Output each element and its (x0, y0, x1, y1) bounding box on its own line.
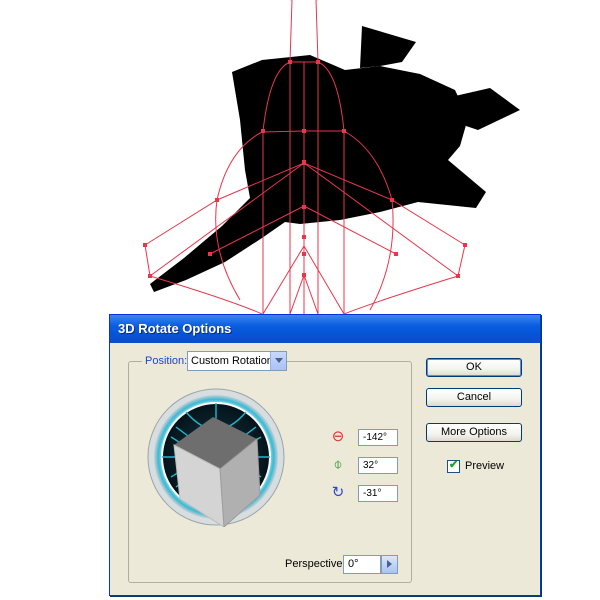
cancel-button[interactable]: Cancel (426, 388, 522, 407)
preview-checkbox[interactable]: ✔ (447, 459, 460, 473)
perspective-label: Perspective: (285, 558, 346, 570)
preview-label: Preview (465, 460, 505, 472)
rotate-z-axis-icon: ↻ (331, 484, 345, 501)
position-select[interactable]: Custom Rotation (187, 351, 287, 371)
rotation-x-input[interactable]: -142° (358, 429, 398, 446)
position-label: Position: (142, 355, 191, 367)
rotate-x-axis-icon: ⊖ (331, 428, 345, 445)
more-options-button[interactable]: More Options (426, 423, 522, 442)
rotate-y-axis-icon: ⌽ (333, 456, 343, 473)
perspective-input[interactable]: 0° (343, 555, 381, 574)
turtle-artwork[interactable] (150, 26, 520, 292)
3d-rotate-options-dialog: 3D Rotate Options Position: Custom Rotat… (109, 314, 541, 596)
perspective-slider-button[interactable] (381, 555, 398, 574)
rotation-z-input[interactable]: -31° (358, 485, 398, 502)
position-select-value: Custom Rotation (191, 355, 273, 367)
ok-button[interactable]: OK (426, 358, 522, 377)
rotation-trackball[interactable] (146, 387, 286, 527)
dialog-title[interactable]: 3D Rotate Options (110, 315, 540, 343)
checkmark-icon: ✔ (449, 459, 459, 471)
chevron-down-icon[interactable] (270, 352, 286, 370)
rotation-y-input[interactable]: 32° (358, 457, 398, 474)
